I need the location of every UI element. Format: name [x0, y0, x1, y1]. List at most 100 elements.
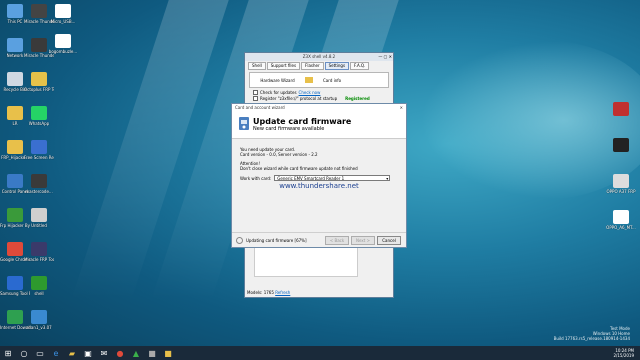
desktop-icon[interactable]: Free Screen Recorder: [24, 140, 54, 160]
work-with-label: Work with card:: [240, 175, 272, 181]
app-icon[interactable]: ■: [147, 348, 157, 358]
version-line: Card version - 0.0, Server version - 2.2: [240, 152, 318, 157]
app-shortcut-icon: [31, 106, 47, 120]
dialog-window-title: Card and account wizard: [235, 105, 285, 110]
desktop-icon[interactable]: [606, 138, 636, 153]
status-bar: Models: 1765 Refresh: [247, 290, 290, 295]
app-shortcut-icon: [31, 4, 47, 18]
desktop-icon[interactable]: Octoplus FRP Tool: [24, 72, 54, 92]
app-shortcut-icon: [31, 174, 47, 188]
card-wizard-dialog[interactable]: Card and account wizard ✕ Update card fi…: [231, 103, 407, 248]
tab-settings[interactable]: Settings: [324, 62, 350, 70]
app-shortcut-icon: [7, 4, 23, 18]
desktop-icon-label: OPPO A37 FRP: [606, 189, 636, 194]
desktop-icon-label: Miracle FRP Tool: [24, 257, 54, 262]
chevron-down-icon: ▾: [386, 176, 389, 181]
tab-shell[interactable]: Shell: [248, 62, 266, 70]
desktop-icon-label: bogombuzle...: [48, 49, 78, 54]
desktop-icon[interactable]: [606, 102, 636, 117]
tab-faq[interactable]: F.A.Q.: [350, 62, 370, 70]
app-shortcut-icon: [55, 34, 71, 48]
hardware-wizard-button[interactable]: Hardware Wizard: [250, 78, 305, 83]
app-shortcut-icon: [7, 242, 23, 256]
app-shortcut-icon: [7, 38, 23, 52]
task-view-icon[interactable]: ▭: [35, 348, 45, 358]
close-icon[interactable]: ✕: [400, 104, 403, 111]
desktop-icon-label: zdan1_v3.07: [26, 325, 52, 330]
mail-icon[interactable]: ✉: [99, 348, 109, 358]
back-button[interactable]: < Back: [325, 235, 349, 245]
app-shortcut-icon: [31, 140, 47, 154]
app-shortcut-icon: [31, 310, 47, 324]
register-checkbox[interactable]: [253, 96, 258, 101]
app-shortcut-icon: [613, 210, 629, 224]
desktop-icon[interactable]: Miracle FRP Tool: [24, 242, 54, 262]
check-updates-checkbox[interactable]: [253, 90, 258, 95]
refresh-link[interactable]: Refresh: [275, 290, 290, 295]
dialog-body: You need update your card. Card version …: [232, 139, 406, 190]
desktop-icon-label: Untitled: [31, 223, 47, 228]
register-row: Register "z3xfile://" protocol at startu…: [253, 96, 385, 101]
clock-date: 2/15/2019: [613, 353, 634, 358]
desktop-icon[interactable]: OPPO_A6_MT...: [606, 210, 636, 230]
desktop-icon-label: WhatsApp: [28, 121, 50, 126]
app-shortcut-icon: [613, 174, 629, 188]
tab-support-files[interactable]: Support files: [266, 62, 301, 70]
desktop-icon[interactable]: OPPO A37 FRP: [606, 174, 636, 194]
app-shortcut-icon: [31, 242, 47, 256]
folder-icon: [305, 77, 313, 83]
app-shortcut-icon: [7, 140, 23, 154]
card-select-row: Work with card: Generic EMV Smartcard Re…: [240, 175, 398, 181]
taskbar: ⊞ ○ ▭ e ▰ ▣ ✉ ● ▲ ■ ■ 10:24 PM 2/15/2019: [0, 346, 640, 360]
hardware-bar: Hardware Wizard Card info: [249, 72, 389, 88]
app-shortcut-icon: [31, 208, 47, 222]
brand-watermark: www.thundershare.net: [279, 182, 359, 190]
app-shortcut-icon: [7, 310, 23, 324]
app-shortcut-icon: [7, 208, 23, 222]
app-shortcut-icon: [55, 4, 71, 18]
card-select[interactable]: Generic EMV Smartcard Reader 1 ▾: [274, 175, 391, 181]
store-icon[interactable]: ▣: [83, 348, 93, 358]
desktop-icon-label: Micro_USB...: [50, 19, 76, 24]
app-icon[interactable]: ■: [163, 348, 173, 358]
search-icon[interactable]: ○: [19, 348, 29, 358]
file-explorer-icon[interactable]: ▰: [67, 348, 77, 358]
update-status: Updating card firmware [67%]: [246, 237, 307, 243]
content-panel: [254, 245, 358, 277]
desktop-icon-label: OPPO_A6_MT...: [606, 225, 636, 230]
app-shortcut-icon: [7, 106, 23, 120]
desktop-icon[interactable]: mastercode...: [24, 174, 54, 194]
next-button[interactable]: Next >: [351, 235, 375, 245]
tab-bar: Shell Support files Flasher Settings F.A…: [248, 62, 390, 70]
warning-line: Don't close wizard while card firmware u…: [240, 166, 358, 171]
app-shortcut-icon: [31, 38, 47, 52]
windows-start-icon[interactable]: ⊞: [3, 348, 13, 358]
card-info-button[interactable]: Card info: [323, 78, 341, 83]
desktop-icon[interactable]: Untitled: [24, 208, 54, 228]
app-shortcut-icon: [613, 102, 629, 116]
check-updates-row: Check for updates Check now: [253, 90, 385, 95]
window-title: Z3X shell v4.8.2: [245, 53, 393, 61]
dialog-title: Update card firmware: [253, 117, 352, 126]
check-now-link[interactable]: Check now: [299, 90, 321, 95]
window-controls[interactable]: — ▢ ✕: [378, 54, 392, 59]
desktop-icon-label: Free Screen Recorder: [24, 155, 54, 160]
desktop-icon[interactable]: bogombuzle...: [48, 34, 78, 54]
app-icon[interactable]: ▲: [131, 348, 141, 358]
desktop-icon[interactable]: Micro_USB...: [48, 4, 78, 24]
tab-flasher[interactable]: Flasher: [301, 62, 324, 70]
desktop-icon[interactable]: zdan1_v3.07: [24, 310, 54, 330]
app-shortcut-icon: [31, 276, 47, 290]
card-update-icon: [239, 117, 249, 130]
cancel-button[interactable]: Cancel: [377, 235, 401, 245]
desktop-icon[interactable]: shell: [24, 276, 54, 296]
desktop-icon-label: mastercode...: [25, 189, 53, 194]
dialog-subtitle: New card firmware available: [253, 126, 325, 132]
system-tray[interactable]: 10:24 PM 2/15/2019: [613, 348, 634, 358]
desktop-icon-label: Octoplus FRP Tool: [24, 87, 54, 92]
desktop-icon[interactable]: WhatsApp: [24, 106, 54, 126]
chrome-icon[interactable]: ●: [115, 348, 125, 358]
edge-icon[interactable]: e: [51, 348, 61, 358]
app-shortcut-icon: [31, 72, 47, 86]
watermark-line: Build 17763.rs5_release.180914-1434: [553, 336, 630, 341]
